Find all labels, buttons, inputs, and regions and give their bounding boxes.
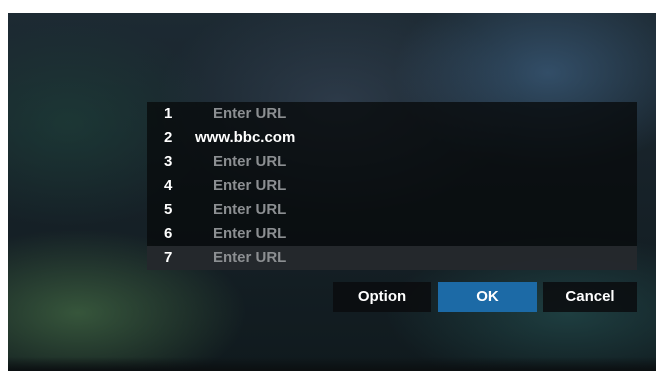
url-row-6[interactable]: 6 Enter URL: [147, 222, 637, 246]
url-row-4[interactable]: 4 Enter URL: [147, 174, 637, 198]
url-row-3[interactable]: 3 Enter URL: [147, 150, 637, 174]
screenshot-frame: 1 Enter URL 2 www.bbc.com 3 Enter URL 4 …: [0, 0, 658, 374]
url-list: 1 Enter URL 2 www.bbc.com 3 Enter URL 4 …: [147, 102, 637, 270]
tv-screen-background: 1 Enter URL 2 www.bbc.com 3 Enter URL 4 …: [8, 13, 656, 371]
url-row-number: 2: [164, 129, 173, 146]
url-row-5[interactable]: 5 Enter URL: [147, 198, 637, 222]
option-button[interactable]: Option: [333, 282, 431, 312]
url-row-2[interactable]: 2 www.bbc.com: [147, 126, 637, 150]
url-field[interactable]: Enter URL: [213, 174, 286, 198]
url-row-number: 6: [164, 225, 173, 242]
url-row-number: 4: [164, 177, 173, 194]
cancel-button[interactable]: Cancel: [543, 282, 637, 312]
url-field[interactable]: Enter URL: [213, 246, 286, 270]
url-row-number: 3: [164, 153, 173, 170]
url-row-1[interactable]: 1 Enter URL: [147, 102, 637, 126]
url-row-7[interactable]: 7 Enter URL: [147, 246, 637, 270]
url-field[interactable]: www.bbc.com: [195, 126, 295, 150]
url-row-number: 5: [164, 201, 173, 218]
url-field[interactable]: Enter URL: [213, 198, 286, 222]
url-field[interactable]: Enter URL: [213, 222, 286, 246]
url-row-number: 1: [164, 105, 173, 122]
url-row-number: 7: [164, 249, 173, 266]
url-field[interactable]: Enter URL: [213, 150, 286, 174]
ok-button[interactable]: OK: [438, 282, 537, 312]
url-field[interactable]: Enter URL: [213, 102, 286, 126]
